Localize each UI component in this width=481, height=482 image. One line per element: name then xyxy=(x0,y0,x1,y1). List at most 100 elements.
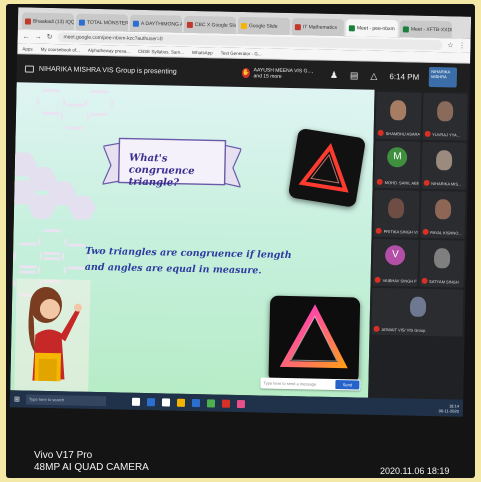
chat-send-button[interactable]: Send xyxy=(335,380,360,390)
mic-off-icon xyxy=(423,179,430,186)
taskbar-app-icon[interactable] xyxy=(221,399,230,408)
tab-favicon-icon xyxy=(294,23,301,30)
participant-video xyxy=(433,248,451,269)
participant-video xyxy=(390,100,407,121)
bookmark-item[interactable]: My coursebook of... xyxy=(41,46,80,52)
participant-tile[interactable]: M MOHD. SAHIL ABBA... xyxy=(374,140,421,189)
participant-video xyxy=(434,199,452,220)
photo-timestamp: 2020.11.06 18:19 xyxy=(380,466,450,476)
raised-hands[interactable]: ✋ AAYUSH MEENA VIS G..., and 15 more xyxy=(241,67,322,81)
menu-icon[interactable]: ⋮ xyxy=(458,42,465,50)
participant-tile[interactable]: SATYAM SINGH xyxy=(418,239,465,288)
browser-tab[interactable]: IT Mathematics xyxy=(291,18,345,37)
participant-name: MOHD. SAHIL ABBA... xyxy=(384,179,419,186)
activities-icon[interactable]: △ xyxy=(370,70,377,81)
tray-date: 06-11-2020 xyxy=(438,407,459,414)
tab-favicon-icon xyxy=(78,19,86,26)
avatar: M xyxy=(387,147,408,168)
neon-triangle-card xyxy=(287,127,367,208)
participant-video xyxy=(409,296,426,317)
participant-name: NIHARIKA MIS... xyxy=(431,180,462,187)
browser-tab[interactable]: A DAYTHIMONG ALERE xyxy=(129,14,183,33)
tab-favicon-icon xyxy=(348,24,355,31)
taskbar-app-icon[interactable] xyxy=(146,397,155,406)
forward-icon[interactable]: → xyxy=(35,33,42,40)
browser-tab[interactable]: Meet - XFTB-XXDB xyxy=(399,20,453,39)
bookmark-item[interactable]: Apps xyxy=(22,46,32,51)
participant-name-row: NIHARIKA MIS... xyxy=(423,179,465,187)
people-icon[interactable]: ♟ xyxy=(330,69,338,80)
taskbar-app-icon[interactable] xyxy=(206,398,215,408)
taskbar-apps xyxy=(131,397,245,408)
bookmark-item[interactable]: Test Generator - G... xyxy=(221,50,262,56)
windows-start-icon[interactable]: ⊞ xyxy=(14,395,20,403)
mic-off-icon xyxy=(376,178,383,185)
taskbar-search-field[interactable]: Type here to search xyxy=(25,394,106,406)
browser-tab[interactable]: Google Slide xyxy=(237,16,291,35)
neon-triangle-card-large xyxy=(268,295,361,384)
taskbar-app-icon[interactable] xyxy=(236,399,245,408)
slide-title-line-2: triangle? xyxy=(128,176,180,189)
participant-name: VAIBHAV SINGH FR... xyxy=(382,277,417,284)
mic-off-icon xyxy=(421,277,428,284)
meet-controls: ♟ ▤ △ xyxy=(330,69,378,81)
camera-model: Vivo V17 Pro xyxy=(34,450,93,461)
tab-favicon-icon xyxy=(24,17,32,25)
participant-name-row: MOHD. SAHIL ABBA... xyxy=(376,178,419,186)
reload-icon[interactable]: ↻ xyxy=(47,33,53,41)
participant-name: SATYAM SINGH xyxy=(429,278,459,285)
self-view-thumbnail[interactable]: NIHARIKA MISHRA xyxy=(428,66,458,88)
participant-name-row: PAYAL KISHNO... xyxy=(422,228,464,236)
participant-tile[interactable]: V VAIBHAV SINGH FR... xyxy=(372,238,418,287)
browser-tab[interactable]: TOTAL MONSTER X xyxy=(75,13,129,32)
participant-video xyxy=(436,101,454,122)
girl-pointing-illustration xyxy=(14,278,91,392)
participant-name: YUVRAJ YYA... xyxy=(432,131,461,138)
meeting-clock: 6:14 PM xyxy=(389,71,420,82)
participant-name-row: SHAMBHU ASARAM ... xyxy=(377,129,419,137)
participant-tile[interactable]: ADWAIT VIS/ VIS Group xyxy=(371,287,464,337)
present-screen-icon xyxy=(24,64,35,73)
browser-tab[interactable]: CBC X Google Slide xyxy=(183,15,237,34)
participant-video xyxy=(388,198,405,219)
taskbar-app-icon[interactable] xyxy=(191,398,200,407)
star-icon[interactable]: ☆ xyxy=(447,41,453,49)
browser-tab[interactable]: Meet - pee-nbxm xyxy=(345,19,399,38)
presenting-banner: NIHARIKA MISHRA VIS Group is presenting xyxy=(17,64,242,77)
tab-favicon-icon xyxy=(402,25,409,32)
slide-title: What's congruence triangle? xyxy=(128,153,229,191)
participant-tile[interactable]: PAYAL KISHNO... xyxy=(419,190,466,239)
participant-tile[interactable]: PRITIKA SINGH VIS... xyxy=(373,189,419,238)
hexagon-decoration xyxy=(60,103,91,130)
monitor-screen: Bhaakadi (13) IQQAR TOTAL MONSTER X A DAYT… xyxy=(9,7,472,417)
taskbar-app-icon[interactable] xyxy=(176,398,185,407)
mic-off-icon xyxy=(424,130,431,137)
hexagon-decoration xyxy=(37,229,68,256)
participant-name-row: SATYAM SINGH xyxy=(421,277,463,285)
chat-message-input[interactable]: Type here to send a message Send xyxy=(260,377,361,391)
tab-label: Bhaakadi (13) IQQAR xyxy=(32,18,75,26)
participant-tile[interactable]: YUVRAJ YYA... xyxy=(422,92,468,141)
neon-triangle-icon xyxy=(298,142,349,193)
chat-icon[interactable]: ▤ xyxy=(350,70,359,81)
taskbar-app-icon[interactable] xyxy=(161,397,170,407)
browser-tab[interactable]: Bhaakadi (13) IQQAR xyxy=(21,12,75,31)
bookmark-item[interactable]: Alphatheway presa... xyxy=(88,47,130,53)
raised-hand-text: AAYUSH MEENA VIS G..., and 15 more xyxy=(253,67,314,80)
taskbar-app-icon[interactable] xyxy=(131,397,140,406)
tab-label: A DAYTHIMONG ALERE xyxy=(140,20,183,28)
participant-tile[interactable]: NIHARIKA MIS... xyxy=(421,141,467,190)
back-icon[interactable]: ← xyxy=(23,33,30,40)
hexagon-decoration xyxy=(36,89,67,116)
tab-label: IT Mathematics xyxy=(302,23,338,31)
bookmark-item[interactable]: CBSE Syllabus, Sam... xyxy=(138,48,184,54)
participant-name-row: VAIBHAV SINGH FR... xyxy=(374,276,417,284)
neon-triangle-icon xyxy=(279,304,348,369)
photo-frame: Bhaakadi (13) IQQAR TOTAL MONSTER X A DAYT… xyxy=(6,4,475,478)
participants-grid: SHAMBHU ASARAM ... YUVRAJ YYA... M MOHD. SA… xyxy=(368,89,470,400)
tab-label: Google Slide xyxy=(248,22,278,30)
participant-tile[interactable]: SHAMBHU ASARAM ... xyxy=(375,91,422,140)
participant-name-row: YUVRAJ YYA... xyxy=(424,130,466,138)
raised-hand-icon: ✋ xyxy=(241,68,250,79)
bookmark-item[interactable]: WhatsApp xyxy=(192,49,213,54)
